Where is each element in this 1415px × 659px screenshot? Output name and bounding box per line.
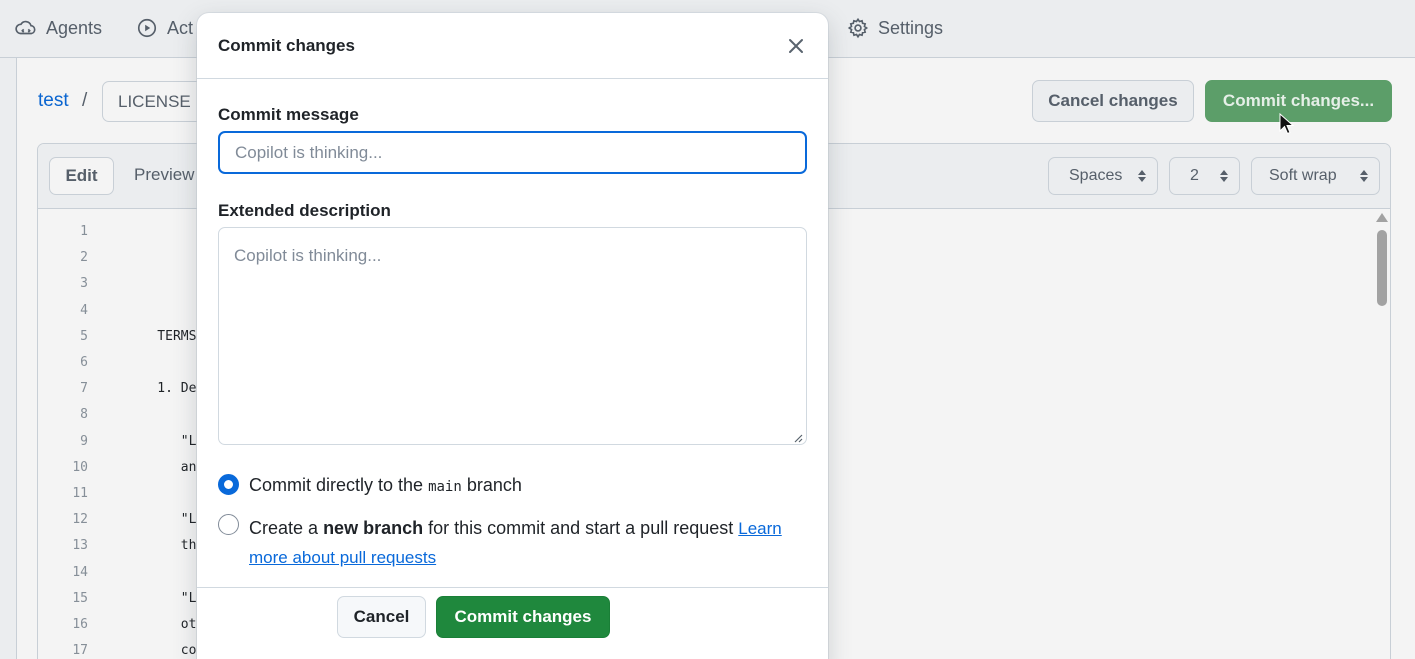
option-direct-prefix: Commit directly to the — [249, 475, 424, 495]
close-icon[interactable] — [785, 35, 807, 57]
option-new-prefix: Create a — [249, 518, 319, 538]
option-commit-direct-label[interactable]: Commit directly to the main branch — [249, 475, 522, 496]
resize-handle-icon[interactable] — [793, 433, 803, 443]
radio-commit-direct[interactable] — [218, 474, 239, 495]
branch-name: main — [428, 479, 462, 495]
extended-description-label: Extended description — [218, 201, 391, 220]
commit-dialog: Commit changes Commit message Extended d… — [197, 13, 828, 659]
radio-new-branch[interactable] — [218, 514, 239, 535]
extended-description-textarea[interactable] — [218, 227, 807, 445]
learn-more-link-line2[interactable]: more about pull requests — [249, 548, 436, 567]
commit-message-input[interactable] — [218, 131, 807, 174]
dialog-cancel-button[interactable]: Cancel — [337, 596, 426, 638]
dialog-commit-button[interactable]: Commit changes — [436, 596, 610, 638]
option-new-suffix: for this commit and start a pull request — [428, 518, 734, 538]
option-new-bold: new branch — [323, 518, 424, 538]
dialog-header: Commit changes — [197, 13, 828, 79]
option-direct-suffix: branch — [466, 475, 522, 495]
learn-more-link[interactable]: Learn — [738, 519, 781, 538]
option-new-branch-label[interactable]: Create a new branch for this commit and … — [249, 514, 794, 572]
commit-message-label: Commit message — [218, 105, 359, 124]
dialog-title: Commit changes — [218, 36, 355, 55]
mouse-cursor-icon — [1279, 113, 1295, 135]
